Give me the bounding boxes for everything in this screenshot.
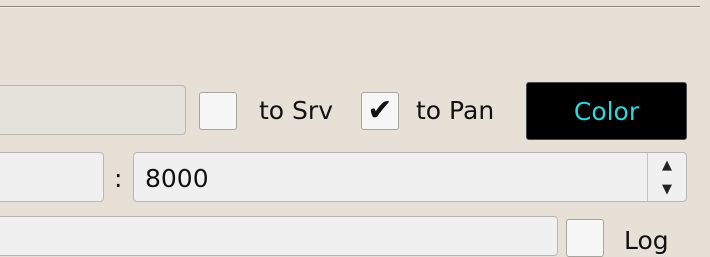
- chevron-up-icon: ▲: [662, 157, 672, 173]
- spin-buttons: ▲ ▼: [647, 153, 686, 201]
- text-display-field: [0, 85, 186, 135]
- host-port-separator: :: [114, 164, 123, 193]
- log-checkbox[interactable]: [566, 219, 604, 257]
- to-srv-label: to Srv: [259, 96, 333, 125]
- log-label: Log: [624, 226, 669, 255]
- to-srv-checkbox[interactable]: [199, 92, 237, 130]
- path-field[interactable]: [0, 216, 558, 256]
- to-pan-label: to Pan: [416, 96, 495, 125]
- checkmark-icon: ✔: [367, 93, 393, 128]
- spin-down-button[interactable]: ▼: [648, 177, 686, 201]
- color-button[interactable]: Color: [526, 82, 687, 140]
- port-value: 8000: [145, 164, 209, 193]
- chevron-down-icon: ▼: [662, 181, 672, 197]
- port-spinbox[interactable]: 8000 ▲ ▼: [133, 152, 687, 202]
- color-button-label: Color: [573, 96, 640, 126]
- to-pan-checkbox[interactable]: ✔: [361, 92, 399, 130]
- top-separator: [0, 6, 700, 8]
- host-field[interactable]: [0, 152, 104, 202]
- spin-up-button[interactable]: ▲: [648, 153, 686, 177]
